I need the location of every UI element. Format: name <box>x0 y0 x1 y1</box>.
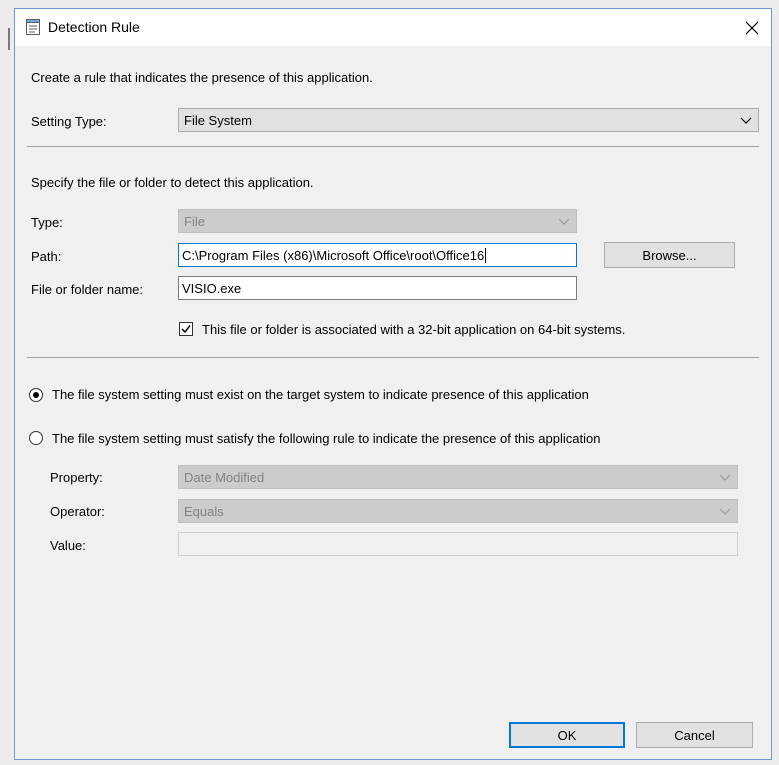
32bit-checkbox-label[interactable]: This file or folder is associated with a… <box>202 322 625 337</box>
chevron-down-icon <box>558 218 570 225</box>
setting-type-label: Setting Type: <box>31 114 107 129</box>
chevron-down-icon <box>719 508 731 515</box>
chevron-down-icon <box>740 117 752 124</box>
file-section-heading: Specify the file or folder to detect thi… <box>31 175 314 190</box>
background-window-edge <box>8 28 10 50</box>
value-input[interactable] <box>178 532 738 556</box>
checkmark-icon <box>181 325 191 334</box>
rule-radio[interactable] <box>29 431 43 445</box>
close-button[interactable] <box>733 9 771 46</box>
setting-type-value: File System <box>184 113 252 128</box>
file-name-input[interactable]: VISIO.exe <box>178 276 577 300</box>
rule-radio-label[interactable]: The file system setting must satisfy the… <box>52 431 600 446</box>
divider <box>27 146 759 147</box>
exist-radio-label[interactable]: The file system setting must exist on th… <box>52 387 589 402</box>
intro-text: Create a rule that indicates the presenc… <box>31 70 373 85</box>
text-caret <box>485 248 487 263</box>
browse-button[interactable]: Browse... <box>604 242 735 268</box>
type-label: Type: <box>31 215 63 230</box>
operator-value: Equals <box>184 504 224 519</box>
type-value: File <box>184 214 205 229</box>
rule-icon <box>26 19 40 35</box>
path-label: Path: <box>31 249 62 264</box>
close-icon <box>745 21 759 34</box>
setting-type-select[interactable]: File System <box>178 108 759 132</box>
chevron-down-icon <box>719 474 731 481</box>
window-title: Detection Rule <box>48 19 140 35</box>
type-select[interactable]: File <box>178 209 577 233</box>
value-label: Value: <box>50 538 86 553</box>
operator-select[interactable]: Equals <box>178 499 738 523</box>
file-name-value: VISIO.exe <box>182 281 242 296</box>
title-bar[interactable]: Detection Rule <box>15 9 771 46</box>
cancel-button[interactable]: Cancel <box>636 722 753 748</box>
property-select[interactable]: Date Modified <box>178 465 738 489</box>
file-name-label: File or folder name: <box>31 282 143 297</box>
ok-button[interactable]: OK <box>509 722 625 748</box>
32bit-checkbox[interactable] <box>179 322 193 336</box>
path-input[interactable]: C:\Program Files (x86)\Microsoft Office\… <box>178 243 577 267</box>
divider <box>27 357 759 358</box>
radio-selected-dot <box>33 392 39 398</box>
path-value: C:\Program Files (x86)\Microsoft Office\… <box>182 248 485 263</box>
operator-label: Operator: <box>50 504 105 519</box>
property-label: Property: <box>50 470 103 485</box>
exist-radio[interactable] <box>29 388 43 402</box>
property-value: Date Modified <box>184 470 265 485</box>
detection-rule-dialog: Detection Rule Create a rule that indica… <box>14 8 772 760</box>
